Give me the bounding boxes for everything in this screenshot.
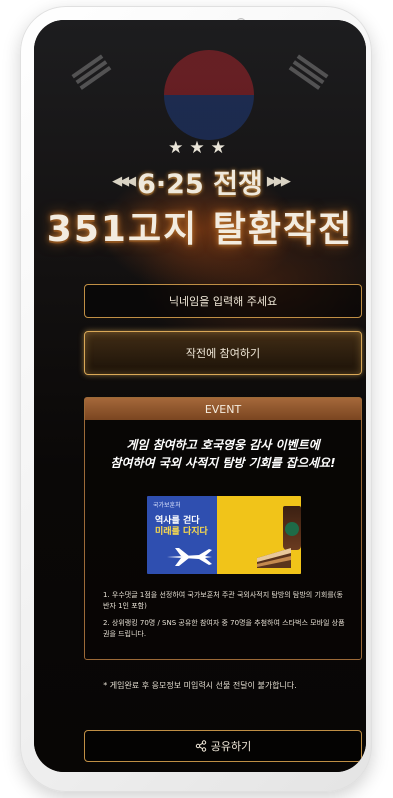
event-headline-line2: 참여하여 국외 사적지 탐방 기회를 잡으세요! xyxy=(110,456,336,470)
event-panel: EVENT 게임 참여하고 호국영웅 감사 이벤트에 참여하여 국외 사적지 탐… xyxy=(84,397,362,660)
title-top-row: ◀◀◀ 6·25 전쟁 ▶▶▶ xyxy=(34,162,366,201)
banner-brand: 국가보훈처 xyxy=(153,502,181,509)
share-button-content: 공유하기 xyxy=(195,738,251,754)
event-header: EVENT xyxy=(85,398,361,420)
starbucks-logo-icon xyxy=(285,522,299,536)
banner-text: 역사를 걷다 미래를 다지다 xyxy=(155,516,211,538)
game-screen: ★★★ ◀◀◀ 6·25 전쟁 ▶▶▶ 351고지 탈환작전 닉네임을 입력해 … xyxy=(34,20,366,772)
title-top: 6·25 전쟁 xyxy=(137,169,263,200)
footnote-text: * 게임완료 후 응모정보 미입력시 선물 전달이 불가합니다. xyxy=(103,681,297,690)
nickname-input[interactable]: 닉네임을 입력해 주세요 xyxy=(84,284,362,318)
taegeuk-emblem xyxy=(164,50,254,140)
share-button[interactable]: 공유하기 xyxy=(84,730,362,762)
banner-line1: 역사를 걷다 xyxy=(155,516,200,526)
event-headline-line1: 게임 참여하고 호국영웅 감사 이벤트에 xyxy=(126,438,320,452)
event-note-2: 2. 상위랭킹 70명 / SNS 공유한 참여자 중 70명을 추첨하여 스타… xyxy=(103,619,345,638)
rank-stars: ★★★ xyxy=(168,138,232,158)
cake-image xyxy=(257,548,291,568)
event-note-1: 1. 우수댓글 1점을 선정하여 국가보훈처 주관 국외사적지 탐방의 탐방의 … xyxy=(103,591,343,610)
share-label: 공유하기 xyxy=(210,740,252,753)
event-notes: 1. 우수댓글 1점을 선정하여 국가보훈처 주관 국외사적지 탐방의 탐방의 … xyxy=(103,590,347,646)
join-operation-button[interactable]: 작전에 참여하기 xyxy=(84,331,362,375)
right-wing-icon: ▶▶▶ xyxy=(266,174,291,189)
left-wing-icon: ◀◀◀ xyxy=(112,174,136,189)
event-banner: 국가보훈처 역사를 걷다 미래를 다지다 xyxy=(147,496,301,574)
event-headline: 게임 참여하고 호국영웅 감사 이벤트에 참여하여 국외 사적지 탐방 기회를 … xyxy=(91,436,355,472)
airplane-icon xyxy=(167,548,212,566)
banner-line2: 미래를 다지다 xyxy=(155,527,208,537)
page-title: 351고지 탈환작전 xyxy=(46,209,354,250)
share-icon xyxy=(195,740,206,752)
